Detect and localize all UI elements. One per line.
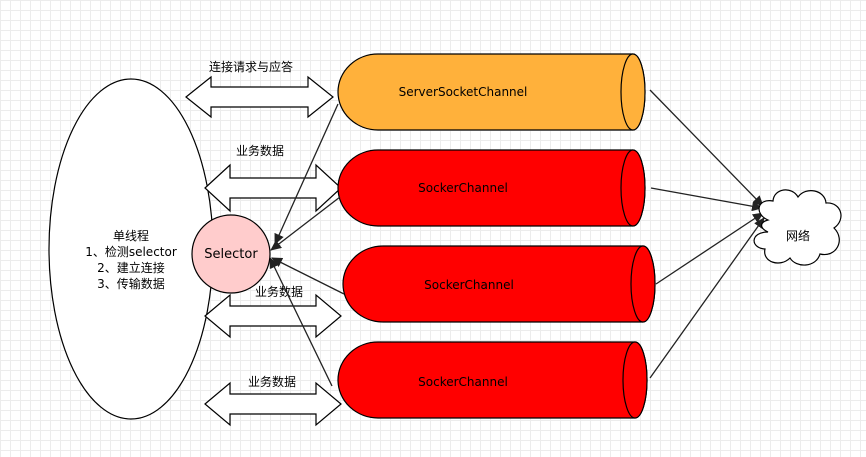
socker-channel-1: SockerChannel bbox=[337, 149, 646, 227]
socker-channel-1-label: SockerChannel bbox=[418, 181, 508, 195]
thread-step-3: 3、传输数据 bbox=[97, 276, 165, 291]
socker-channel-2: SockerChannel bbox=[342, 245, 656, 323]
arrow-label-data-1: 业务数据 bbox=[236, 143, 284, 158]
double-arrow-data-3 bbox=[204, 381, 342, 427]
server-channel-label: ServerSocketChannel bbox=[399, 85, 528, 99]
arrow-channel-3-to-network bbox=[649, 217, 765, 379]
diagram-canvas: 单线程 1、检测selector 2、建立连接 3、传输数据 连接请求与应答 业… bbox=[48, 53, 842, 427]
thread-step-2: 2、建立连接 bbox=[97, 260, 165, 275]
arrow-channel-1-to-network bbox=[650, 187, 763, 212]
arrow-channel-2-to-network bbox=[655, 212, 764, 285]
thread-step-1: 1、检测selector bbox=[85, 244, 177, 259]
double-arrow-data-1 bbox=[204, 163, 342, 213]
arrow-server-to-network bbox=[649, 89, 764, 207]
network-cloud bbox=[753, 189, 842, 266]
thread-title: 单线程 bbox=[113, 228, 149, 243]
socker-channel-3-label: SockerChannel bbox=[418, 375, 508, 389]
double-arrow-connect bbox=[185, 75, 334, 119]
network-label: 网络 bbox=[786, 228, 810, 243]
selector-label: Selector bbox=[204, 247, 258, 262]
server-socket-channel: ServerSocketChannel bbox=[337, 53, 646, 131]
socker-channel-2-label: SockerChannel bbox=[424, 278, 514, 292]
double-arrow-data-2 bbox=[204, 293, 342, 339]
arrow-label-connect: 连接请求与应答 bbox=[209, 59, 293, 74]
arrow-label-data-3: 业务数据 bbox=[248, 374, 296, 389]
socker-channel-3: SockerChannel bbox=[337, 341, 648, 419]
arrow-label-data-2: 业务数据 bbox=[255, 284, 303, 299]
arrow-channel-1-to-selector bbox=[270, 196, 341, 251]
